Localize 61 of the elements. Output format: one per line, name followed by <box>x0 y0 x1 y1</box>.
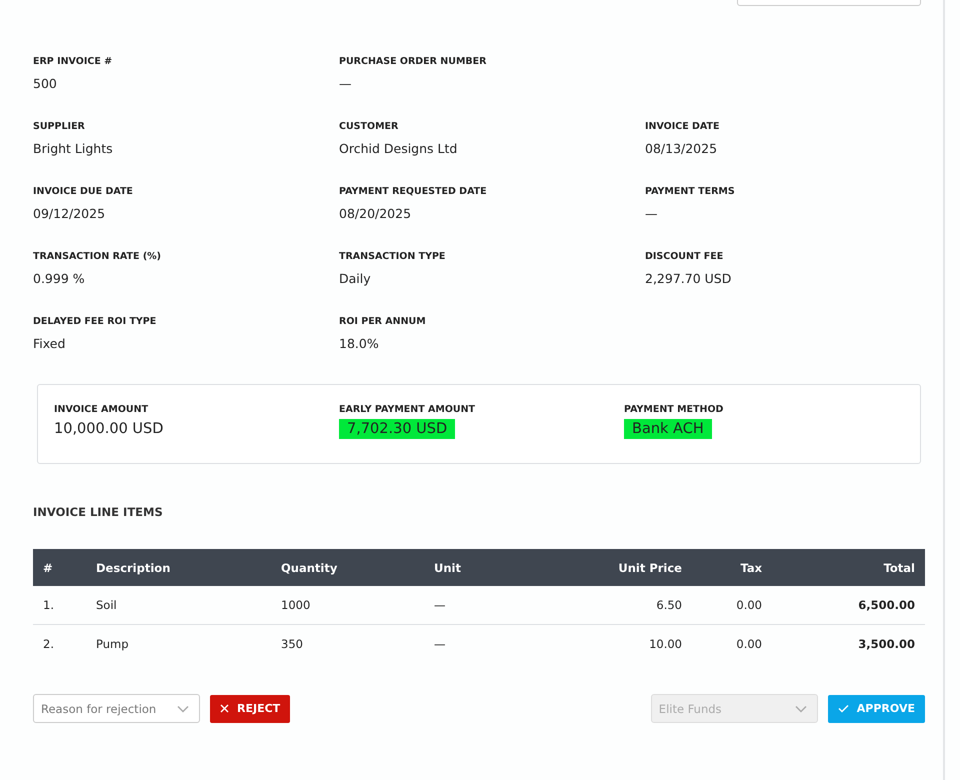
column-header: # <box>33 549 86 586</box>
field-value: 08/20/2025 <box>339 205 412 223</box>
field-label: INVOICE DATE <box>645 120 721 134</box>
chevron-down-icon <box>794 704 807 712</box>
field-value: Orchid Designs Ltd <box>339 140 458 158</box>
table-cell: Soil <box>86 586 271 624</box>
table-cell: 0.00 <box>692 624 772 663</box>
highlighted-value: 7,702.30 USD <box>339 419 456 439</box>
field-label: INVOICE DUE DATE <box>33 185 134 199</box>
table-cell: 0.00 <box>692 586 772 624</box>
field-value: 2,297.70 USD <box>645 270 732 288</box>
field-label: DISCOUNT FEE <box>645 250 724 264</box>
reject-button[interactable]: REJECT <box>210 694 290 722</box>
column-header: Unit Price <box>574 549 692 586</box>
approve-button[interactable]: APPROVE <box>828 694 925 722</box>
table-cell: 3,500.00 <box>772 624 925 663</box>
rejection-reason-field[interactable]: Reason for rejection <box>33 694 200 723</box>
field-value: — <box>339 75 352 93</box>
table-cell: 2. <box>33 624 86 663</box>
table-cell: 1. <box>33 586 86 624</box>
field-label: PURCHASE ORDER NUMBER <box>339 55 488 69</box>
field-label: ROI PER ANNUM <box>339 315 427 329</box>
summary-label: PAYMENT METHOD <box>624 403 724 417</box>
column-header: Total <box>772 549 925 586</box>
column-header: Quantity <box>271 549 424 586</box>
field-label: DELAYED FEE ROI TYPE <box>33 315 158 329</box>
field-value: 08/13/2025 <box>645 140 718 158</box>
field-label: PAYMENT TERMS <box>645 185 736 199</box>
highlighted-value: Bank ACH <box>624 419 712 439</box>
table-cell: — <box>424 624 574 663</box>
field-value: 18.0% <box>339 335 380 353</box>
field-label: ERP INVOICE # <box>33 55 114 69</box>
checkmark-icon <box>838 704 849 713</box>
field-label: PAYMENT REQUESTED DATE <box>339 185 488 199</box>
summary-label: INVOICE AMOUNT <box>54 403 150 417</box>
table-cell: 6,500.00 <box>772 586 925 624</box>
field-value: 09/12/2025 <box>33 205 106 223</box>
column-header: Unit <box>424 549 574 586</box>
field-value: 0.999 % <box>33 270 86 288</box>
summary-value: 10,000.00 USD <box>53 420 164 439</box>
column-header: Description <box>86 549 271 586</box>
section-title: INVOICE LINE ITEMS <box>33 504 163 520</box>
close-icon <box>220 704 229 713</box>
field-value: Daily <box>339 270 372 288</box>
field-value: 500 <box>33 75 58 93</box>
table-cell: Pump <box>86 624 271 663</box>
field-value: — <box>645 205 658 223</box>
table-cell: 10.00 <box>574 624 692 663</box>
table-cell: — <box>424 586 574 624</box>
summary-label: EARLY PAYMENT AMOUNT <box>339 403 476 417</box>
table-cell: 1000 <box>271 586 424 624</box>
table-cell: 350 <box>271 624 424 663</box>
chevron-down-icon <box>177 704 189 712</box>
table-cell: 6.50 <box>574 586 692 624</box>
field-label: SUPPLIER <box>33 120 86 134</box>
field-value: Fixed <box>33 335 66 353</box>
field-label: TRANSACTION RATE (%) <box>33 250 162 264</box>
field-label: TRANSACTION TYPE <box>339 250 446 264</box>
column-header: Tax <box>692 549 772 586</box>
field-value: Bright Lights <box>33 140 114 158</box>
field-label: CUSTOMER <box>339 120 400 134</box>
